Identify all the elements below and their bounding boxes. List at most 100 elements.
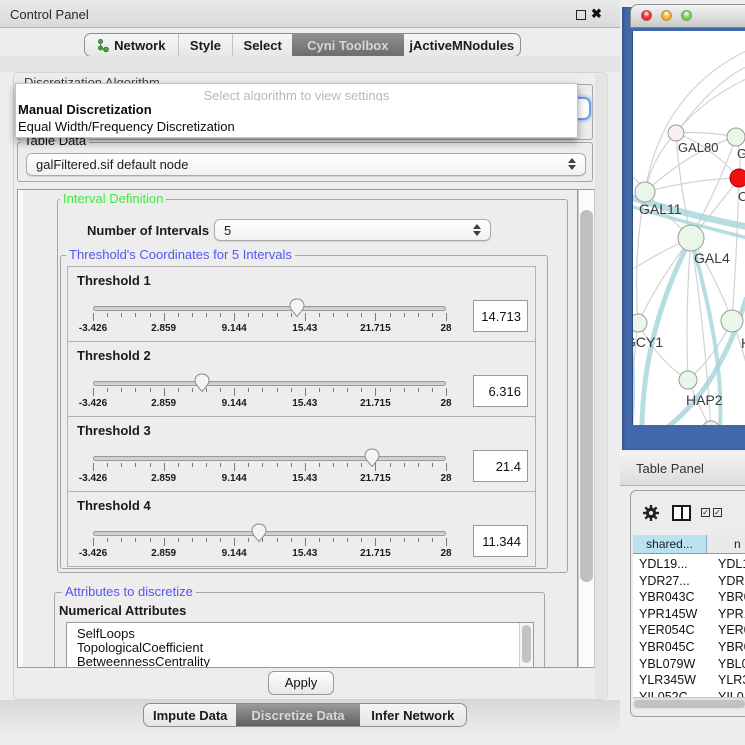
attribute-item[interactable]: BetweennessCentrality <box>67 655 533 668</box>
bottom-tab-infer-network[interactable]: Infer Network <box>360 704 466 726</box>
number-of-intervals-value: 5 <box>224 223 231 238</box>
network-icon <box>97 38 110 52</box>
threshold-label: Threshold 4 <box>77 498 151 513</box>
slider-track[interactable] <box>93 531 446 536</box>
column-layout-icon[interactable] <box>672 505 691 521</box>
bottom-tab-discretize-data[interactable]: Discretize Data <box>236 704 359 726</box>
number-of-intervals-spinner[interactable]: 5 <box>214 219 491 241</box>
minimize-traffic-light[interactable] <box>661 10 672 21</box>
graph-node-B1[interactable] <box>702 421 720 425</box>
control-panel-titlebar: Control Panel ✖ <box>0 0 620 28</box>
close-icon[interactable]: ✖ <box>591 6 602 22</box>
attribute-item[interactable]: SelfLoops <box>67 627 533 641</box>
threshold-value-field[interactable]: 21.4 <box>473 450 528 482</box>
numerical-attributes-list[interactable]: SelfLoopsTopologicalCoefficientBetweenne… <box>66 622 534 668</box>
attributes-group-label: Attributes to discretize <box>62 585 196 599</box>
graph-node-label: G. <box>737 146 745 161</box>
network-window-frame: GAL80G.CGAL11GAL4GCY1HHAP2 <box>622 7 745 450</box>
attributes-list-scrollbar[interactable] <box>519 623 533 668</box>
table-panel-title: Table Panel <box>636 461 704 476</box>
settings-scroll-viewport: Interval Definition Number of Intervals … <box>17 189 578 668</box>
popup-item-equal-width[interactable]: Equal Width/Frequency Discretization <box>16 118 577 135</box>
graph-node-GAL11[interactable] <box>635 182 655 202</box>
graph-node-H[interactable] <box>721 310 743 332</box>
network-view-window: GAL80G.CGAL11GAL4GCY1HHAP2 <box>622 4 745 450</box>
numerical-attributes-label: Numerical Attributes <box>59 603 186 618</box>
slider-thumb[interactable] <box>251 523 267 543</box>
popup-item-manual-discretization[interactable]: Manual Discretization <box>16 101 577 118</box>
tab-style[interactable]: Style <box>179 34 234 56</box>
table-data-combo[interactable]: galFiltered.sif default node <box>26 153 586 176</box>
slider-track[interactable] <box>93 306 446 311</box>
graph-node-G2[interactable] <box>727 128 745 146</box>
close-traffic-light[interactable] <box>641 10 652 21</box>
gear-icon[interactable] <box>642 504 660 522</box>
graph-node-label: GCY1 <box>633 334 663 350</box>
column-header-name[interactable]: n <box>707 535 745 553</box>
cyni-toolbox-panel: Discretization Algorithm Select algorith… <box>13 72 607 700</box>
graph-node-GAL4[interactable] <box>678 225 704 251</box>
popup-hint: Select algorithm to view settings <box>16 84 577 101</box>
slider-track[interactable] <box>93 381 446 386</box>
threshold-panel-1: Threshold 1-3.4262.8599.14415.4321.71528… <box>67 266 536 342</box>
panel-right-inset <box>595 74 608 698</box>
graph-node-GCY1[interactable] <box>633 314 647 332</box>
select-none-check-icon[interactable]: ✓ <box>713 508 722 517</box>
graph-node-HAP2[interactable] <box>679 371 697 389</box>
bottom-tab-strip: Impute DataDiscretize DataInfer Network <box>143 703 467 727</box>
main-scrollbar-thumb[interactable] <box>580 210 593 582</box>
float-window-icon[interactable] <box>576 10 586 20</box>
table-row[interactable]: YDL19...YDL1 <box>633 554 745 571</box>
threshold-panel-3: Threshold 3-3.4262.8599.14415.4321.71528… <box>67 416 536 492</box>
table-row[interactable]: YIL052CYIL0 <box>633 687 745 697</box>
graph-node-label: H <box>741 335 745 351</box>
table-row[interactable]: YBR045CYBR0 <box>633 637 745 654</box>
apply-button[interactable]: Apply <box>268 671 334 695</box>
table-data-combo-value: galFiltered.sif default node <box>36 157 188 172</box>
table-row[interactable]: YLR345WYLR3 <box>633 670 745 687</box>
table-row[interactable]: YBR043CYBR0 <box>633 587 745 604</box>
threshold-panel-4: Threshold 4-3.4262.8599.14415.4321.71528… <box>67 491 536 567</box>
slider-thumb[interactable] <box>364 448 380 468</box>
table-row[interactable]: YDR27...YDR2 <box>633 571 745 588</box>
threshold-value-field[interactable]: 11.344 <box>473 525 528 557</box>
select-all-check-icon[interactable]: ✓ <box>701 508 710 517</box>
graph-node-GAL80[interactable] <box>668 125 684 141</box>
control-panel-title: Control Panel <box>10 7 89 22</box>
graph-node-label: GAL11 <box>639 201 682 217</box>
column-header-shared-name[interactable]: shared... <box>633 535 707 553</box>
table-horizontal-scrollbar[interactable] <box>633 697 745 709</box>
threshold-value-field[interactable]: 6.316 <box>473 375 528 407</box>
number-of-intervals-label: Number of Intervals <box>87 223 209 238</box>
table-row[interactable]: YER054CYER0 <box>633 620 745 637</box>
network-canvas[interactable]: GAL80G.CGAL11GAL4GCY1HHAP2 <box>632 31 745 425</box>
spinner-arrows-icon <box>473 224 481 236</box>
network-canvas-svg: GAL80G.CGAL11GAL4GCY1HHAP2 <box>633 31 745 425</box>
slider-track[interactable] <box>93 456 446 461</box>
tab-jactivemnodules[interactable]: jActiveMNodules <box>404 34 520 56</box>
tab-strip: NetworkStyleSelectCyni ToolboxjActiveMNo… <box>84 33 521 57</box>
threshold-label: Threshold 1 <box>77 273 151 288</box>
tab-network[interactable]: Network <box>85 34 179 56</box>
table-rows: YDL19...YDL1YDR27...YDR2YBR043CYBR0YPR14… <box>633 554 745 697</box>
main-vertical-scrollbar[interactable] <box>578 189 595 668</box>
slider-thumb[interactable] <box>289 298 305 318</box>
tab-cyni-toolbox[interactable]: Cyni Toolbox <box>292 34 403 56</box>
thresholds-group-label: Threshold's Coordinates for 5 Intervals <box>66 248 295 262</box>
table-row[interactable]: YBL079WYBL0 <box>633 654 745 671</box>
graph-node-RED[interactable] <box>730 169 745 187</box>
table-row[interactable]: YPR145WYPR1 <box>633 604 745 621</box>
network-window-titlebar <box>630 4 745 28</box>
bottom-tab-impute-data[interactable]: Impute Data <box>144 704 236 726</box>
threshold-value-field[interactable]: 14.713 <box>473 300 528 332</box>
tab-select[interactable]: Select <box>233 34 292 56</box>
graph-node-label: C <box>738 189 745 204</box>
zoom-traffic-light[interactable] <box>681 10 692 21</box>
attribute-item[interactable]: TopologicalCoefficient <box>67 641 533 655</box>
threshold-label: Threshold 2 <box>77 348 151 363</box>
slider-thumb[interactable] <box>194 373 210 393</box>
threshold-label: Threshold 3 <box>77 423 151 438</box>
table-header-row: shared... n <box>633 535 745 554</box>
graph-node-label: GAL80 <box>678 140 718 155</box>
table-panel-box: ✓ ✓ shared... n YDL19...YDL1YDR27...YDR2… <box>630 490 745 717</box>
